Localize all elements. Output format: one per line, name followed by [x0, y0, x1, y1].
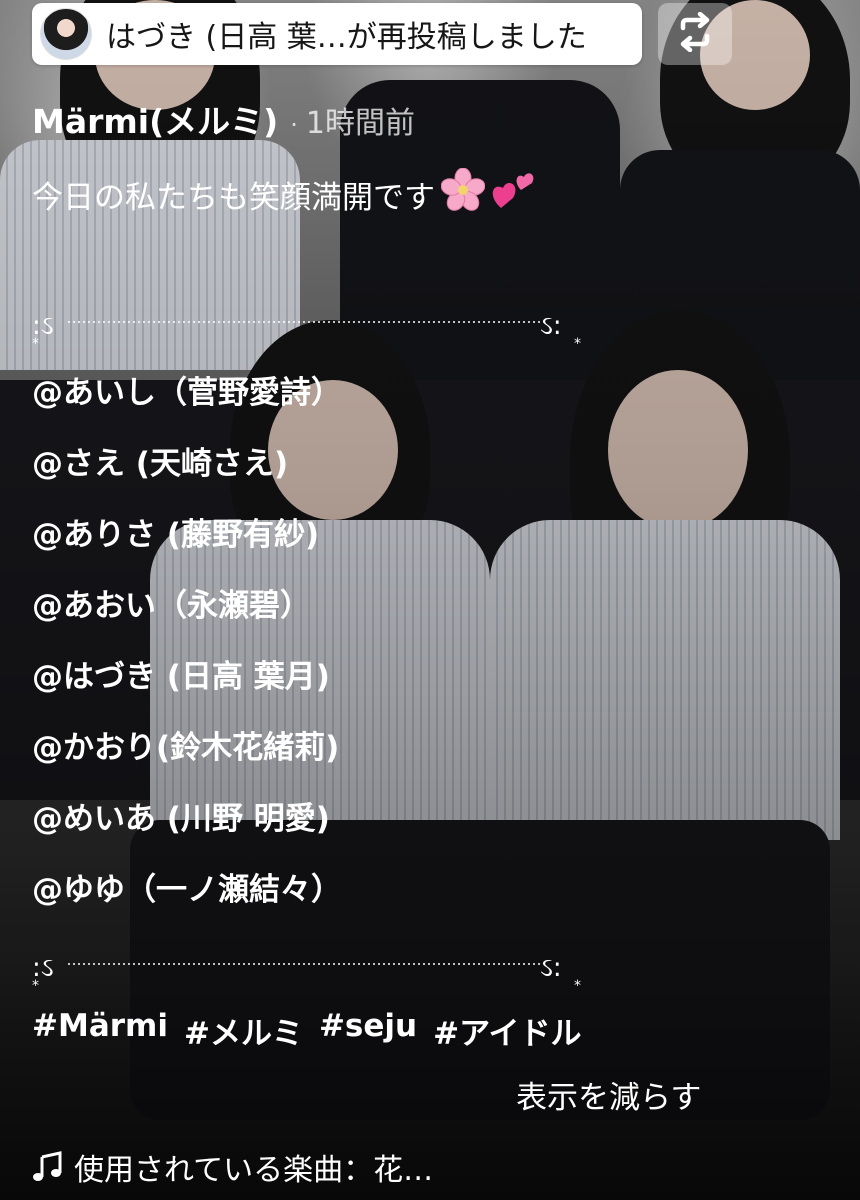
- mention-link[interactable]: @あおい（永瀬碧）: [32, 579, 342, 633]
- mention-link[interactable]: @めいあ (川野 明愛): [32, 792, 342, 846]
- hashtag-link[interactable]: #メルミ: [184, 1008, 303, 1053]
- post-time: 1時間前: [305, 106, 415, 141]
- hashtag-link[interactable]: #Märmi: [32, 1008, 168, 1053]
- reposted-by-text: はづき (日高 葉…が再投稿しました: [106, 20, 587, 55]
- hashtags: #Märmi #メルミ #seju #アイドル: [32, 1008, 582, 1053]
- post-caption: 今日の私たちも笑顔満開です: [32, 167, 537, 220]
- svg-text:*: *: [574, 336, 581, 348]
- ornament-divider-top: :ઽ * ઽ: *: [32, 311, 581, 348]
- avatar[interactable]: [40, 8, 92, 60]
- repost-button[interactable]: [658, 3, 732, 65]
- mention-link[interactable]: @ありさ (藤野有紗): [32, 508, 342, 562]
- reposted-by-banner[interactable]: はづき (日高 葉…が再投稿しました: [32, 3, 642, 65]
- svg-text:ઽ:: ઽ:: [540, 953, 562, 983]
- cherry-blossom-emoji-icon: [440, 167, 486, 220]
- music-note-icon: [32, 1151, 64, 1183]
- mention-link[interactable]: @かおり(鈴木花緒莉): [32, 721, 342, 775]
- mentions-list: @あいし（菅野愛詩） @さえ (天崎さえ) @ありさ (藤野有紗) @あおい（永…: [32, 366, 342, 934]
- music-row[interactable]: 使用されている楽曲：花…: [32, 1145, 433, 1189]
- svg-text:*: *: [574, 978, 581, 990]
- author-row: Märmi(メルミ) · 1時間前: [32, 95, 415, 141]
- hashtag-link[interactable]: #アイドル: [433, 1008, 581, 1053]
- mention-link[interactable]: @はづき (日高 葉月): [32, 650, 342, 704]
- author-name[interactable]: Märmi(メルミ): [32, 95, 278, 143]
- separator-dot: ·: [290, 111, 298, 139]
- mention-link[interactable]: @さえ (天崎さえ): [32, 437, 342, 491]
- show-less-button[interactable]: 表示を減らす: [516, 1072, 701, 1117]
- music-label: 使用されている楽曲：花…: [74, 1153, 434, 1188]
- two-hearts-emoji-icon: [491, 168, 537, 220]
- mention-link[interactable]: @あいし（菅野愛詩）: [32, 366, 342, 420]
- repost-icon: [675, 11, 715, 56]
- ornament-divider-bottom: :ઽ * ઽ: *: [32, 953, 581, 990]
- mention-link[interactable]: @ゆゆ（一ノ瀬結々）: [32, 863, 342, 917]
- caption-text: 今日の私たちも笑顔満開です: [32, 179, 435, 216]
- svg-text:ઽ:: ઽ:: [540, 311, 562, 341]
- svg-text:*: *: [32, 978, 39, 990]
- hashtag-link[interactable]: #seju: [319, 1008, 417, 1053]
- svg-text:*: *: [32, 336, 39, 348]
